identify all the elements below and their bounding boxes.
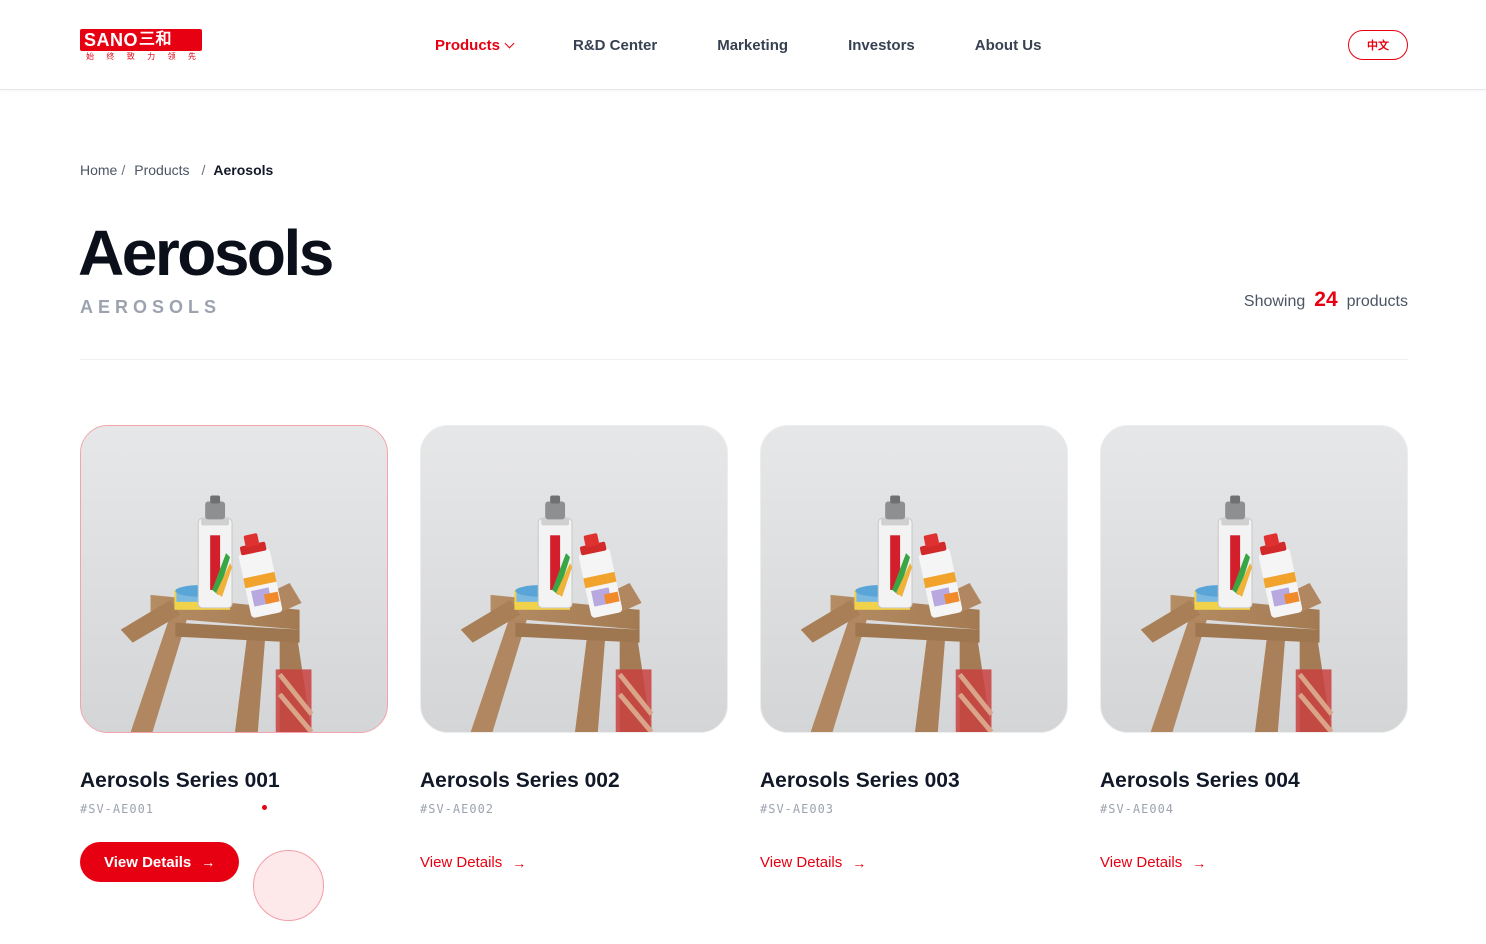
showing-prefix: Showing	[1243, 293, 1306, 310]
nav-item-label: About Us	[974, 36, 1042, 54]
product-grid: Aerosols Series 001 #SV-AE001 View Detai…	[80, 425, 1408, 905]
arrow-right-icon: →	[201, 854, 216, 870]
indicator-dot	[262, 805, 267, 810]
product-image[interactable]	[80, 425, 388, 733]
logo-tagline-char: 致	[126, 52, 135, 61]
logo-text: SANO	[84, 30, 139, 50]
product-code: #SV-AE002	[420, 802, 495, 816]
nav-item-label: Investors	[848, 36, 915, 54]
logo-tagline-char: 终	[106, 52, 115, 61]
breadcrumb-home[interactable]: Home	[80, 162, 117, 178]
product-image[interactable]	[760, 425, 1068, 733]
product-image[interactable]	[1100, 425, 1408, 733]
product-title[interactable]: Aerosols Series 003	[760, 767, 1068, 795]
chevron-down-icon	[504, 38, 515, 48]
logo-tagline-char: 先	[187, 52, 196, 61]
logo-tagline-char: 领	[167, 52, 176, 61]
view-details-label: View Details	[760, 854, 843, 871]
product-count-number: 24	[1314, 288, 1338, 311]
nav-item-label: R&D Center	[573, 36, 658, 54]
product-code: #SV-AE003	[760, 802, 835, 816]
logo-tagline: 始 终 致 力 领 先	[80, 52, 202, 62]
breadcrumb-products[interactable]: Products	[134, 162, 189, 178]
logo-tagline-char: 始	[86, 52, 94, 61]
aerosol-product-photo	[81, 426, 387, 732]
aerosol-product-photo	[761, 426, 1067, 732]
breadcrumb-current: Aerosols	[213, 162, 274, 178]
view-details-link[interactable]: View Details →	[1100, 854, 1206, 871]
product-title[interactable]: Aerosols Series 001	[80, 767, 388, 795]
nav-item-rd-center[interactable]: R&D Center	[573, 37, 657, 54]
product-card[interactable]: Aerosols Series 001 #SV-AE001 View Detai…	[80, 425, 388, 882]
aerosol-product-photo	[1101, 426, 1407, 732]
language-toggle-button[interactable]: 中文	[1348, 30, 1408, 60]
nav-item-products[interactable]: Products	[435, 36, 515, 54]
product-title[interactable]: Aerosols Series 002	[420, 767, 728, 795]
breadcrumb-separator: /	[201, 162, 206, 178]
product-card[interactable]: Aerosols Series 003 #SV-AE003 View Detai…	[760, 425, 1068, 872]
nav-item-marketing[interactable]: Marketing	[717, 37, 788, 54]
nav-item-label: Marketing	[717, 36, 789, 54]
logo-wordmark: SANO 三和	[80, 29, 202, 51]
product-card[interactable]: Aerosols Series 002 #SV-AE002 View Detai…	[420, 425, 728, 872]
showing-suffix: products	[1346, 293, 1408, 310]
page-title: Aerosols	[78, 217, 334, 289]
sano-logo[interactable]: SANO 三和 始 终 致 力 领 先	[80, 29, 202, 62]
page-subtitle: AEROSOLS	[80, 297, 222, 317]
section-divider	[80, 359, 1408, 360]
view-details-button[interactable]: View Details →	[80, 842, 240, 882]
view-details-link[interactable]: View Details →	[760, 854, 866, 871]
breadcrumb-separator: /	[121, 162, 126, 178]
view-details-link[interactable]: View Details →	[420, 854, 526, 871]
product-card[interactable]: Aerosols Series 004 #SV-AE004 View Detai…	[1100, 425, 1408, 872]
product-code: #SV-AE001	[80, 802, 155, 816]
nav-item-about-us[interactable]: About Us	[975, 37, 1042, 54]
breadcrumb: Home / Products / Aerosols	[80, 162, 273, 178]
product-count: Showing 24 products	[1244, 288, 1408, 312]
view-details-label: View Details	[420, 854, 503, 871]
logo-zh-text: 三和	[139, 31, 173, 48]
product-title[interactable]: Aerosols Series 004	[1100, 767, 1408, 795]
arrow-right-icon: →	[512, 854, 527, 871]
site-header: SANO 三和 始 终 致 力 领 先 Products R&D Center …	[0, 0, 1486, 90]
logo-tagline-char: 力	[147, 52, 156, 61]
main-nav: Products R&D Center Marketing Investors …	[435, 0, 1101, 90]
view-details-label: View Details	[104, 853, 192, 871]
aerosol-product-photo	[421, 426, 727, 732]
nav-item-label: Products	[435, 36, 501, 54]
cursor-highlight	[253, 850, 324, 921]
product-code: #SV-AE004	[1100, 802, 1175, 816]
view-details-label: View Details	[1100, 854, 1183, 871]
arrow-right-icon: →	[852, 854, 867, 871]
arrow-right-icon: →	[1192, 854, 1207, 871]
nav-item-investors[interactable]: Investors	[848, 37, 915, 54]
product-image[interactable]	[420, 425, 728, 733]
